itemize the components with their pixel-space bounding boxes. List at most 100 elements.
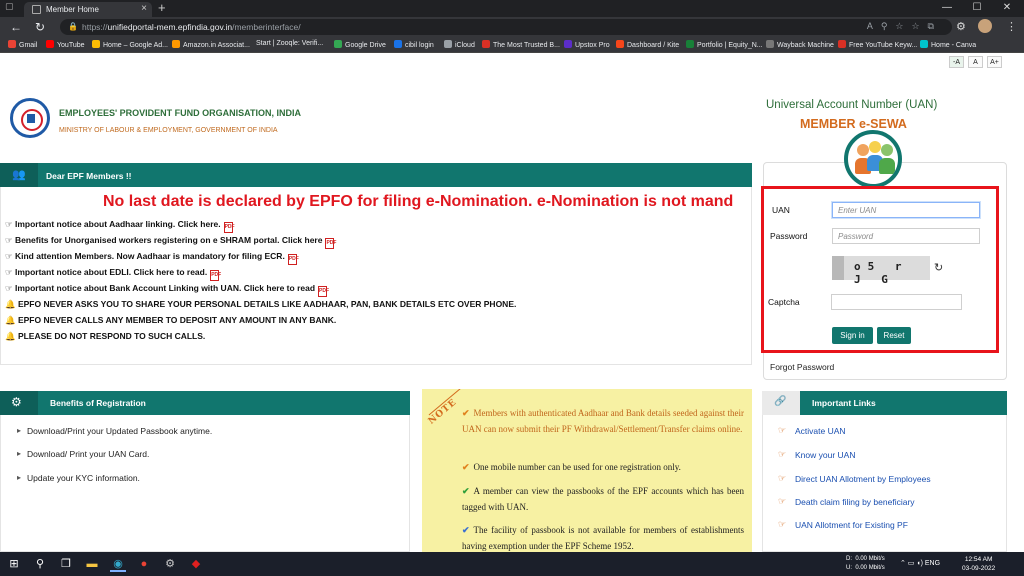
refresh-captcha-icon[interactable]: ↻ xyxy=(934,261,943,274)
browser-tab-strip: ▢ Member Home × + — ☐ ✕ xyxy=(0,0,1024,17)
font-increase-button[interactable]: A+ xyxy=(987,56,1002,68)
bookmark-portfolio[interactable]: Portfolio | Equity_N... xyxy=(686,40,763,49)
bookmark-youtube[interactable]: YouTube xyxy=(46,40,85,49)
link-death-claim[interactable]: Death claim filing by beneficiary xyxy=(778,496,914,507)
chrome-icon[interactable]: ● xyxy=(136,556,152,572)
windows-start-icon[interactable]: ⊞ xyxy=(6,556,22,572)
profile-avatar[interactable] xyxy=(978,19,992,33)
check-icon: ✔ xyxy=(462,486,470,496)
close-window-button[interactable]: ✕ xyxy=(992,0,1022,16)
address-bar[interactable]: 🔒 https://unifiedportal-mem.epfindia.gov… xyxy=(60,19,952,35)
address-bar-icons[interactable]: A⚲☆☆⧉ xyxy=(867,21,942,32)
font-decrease-button[interactable]: -A xyxy=(949,56,964,68)
link-direct-uan-allotment[interactable]: Direct UAN Allotment by Employees xyxy=(778,473,931,484)
portfolio-icon xyxy=(686,40,694,48)
pdf-icon[interactable]: PDF xyxy=(223,222,235,233)
notices-title: Dear EPF Members !! xyxy=(46,171,132,181)
drive-icon xyxy=(334,40,342,48)
bookmark-amazon[interactable]: Amazon.in Associat... xyxy=(172,40,250,49)
org-name: EMPLOYEES' PROVIDENT FUND ORGANISATION, … xyxy=(59,108,301,118)
password-input[interactable] xyxy=(832,228,980,244)
notices-panel: No last date is declared by EPFO for fil… xyxy=(0,187,752,365)
bookmark-google-ads[interactable]: Home – Google Ad... xyxy=(92,40,168,49)
browser-tab[interactable]: Member Home × xyxy=(24,2,152,17)
settings-icon[interactable]: ⚙ xyxy=(162,556,178,572)
pdf-icon[interactable]: PDF xyxy=(210,270,221,281)
link-activate-uan[interactable]: Activate UAN xyxy=(778,425,845,436)
notices-header: 👥 Dear EPF Members !! xyxy=(0,163,752,187)
uan-input[interactable] xyxy=(832,202,980,218)
important-links-header: 🔗 Important Links xyxy=(762,391,1007,415)
bookmark-most-trusted[interactable]: The Most Trusted B... xyxy=(482,40,560,49)
benefits-header: ⚙ Benefits of Registration xyxy=(0,391,410,415)
forgot-password-link[interactable]: Forgot Password xyxy=(770,362,834,372)
menu-icon[interactable]: ⋮ xyxy=(1006,20,1017,33)
bookmark-cibil[interactable]: cibil login xyxy=(394,40,434,49)
check-icon: ✔ xyxy=(462,525,470,535)
extensions-icon[interactable]: ⚙ xyxy=(956,20,966,33)
language-indicator[interactable]: ENG xyxy=(925,560,940,567)
reload-icon[interactable]: ↻ xyxy=(32,20,48,34)
amazon-icon xyxy=(172,40,180,48)
minimize-button[interactable]: — xyxy=(932,0,962,16)
notice-bank-linking[interactable]: ☞ Important notice about Bank Account Li… xyxy=(5,283,329,297)
upstox-icon xyxy=(564,40,572,48)
bookmark-zooqle[interactable]: Start | Zooqle: Verifi... xyxy=(256,40,323,47)
maximize-button[interactable]: ☐ xyxy=(962,0,992,16)
page-content: -A A A+ EMPLOYEES' PROVIDENT FUND ORGANISA… xyxy=(0,53,1024,552)
notice-edli[interactable]: ☞ Important notice about EDLI. Click her… xyxy=(5,267,221,281)
list-item: Update your KYC information. xyxy=(17,473,140,483)
wayback-icon xyxy=(766,40,774,48)
note-item-claims: ✔ Members with authenticated Aadhaar and … xyxy=(462,408,744,434)
tab-close-icon[interactable]: × xyxy=(141,3,147,14)
check-icon: ✔ xyxy=(462,408,470,418)
benefits-list: Download/Print your Updated Passbook any… xyxy=(0,415,410,552)
task-view-icon[interactable]: ❐ xyxy=(58,556,74,572)
pdf-icon[interactable]: PDF xyxy=(287,254,299,265)
captcha-image: o5 r J G xyxy=(832,256,930,286)
captcha-input[interactable] xyxy=(831,294,962,310)
edge-icon[interactable]: ◉ xyxy=(110,556,126,572)
bookmark-google-drive[interactable]: Google Drive xyxy=(334,40,386,49)
bookmark-wayback[interactable]: Wayback Machine xyxy=(766,40,834,49)
url-host: unifiedportal-mem.epfindia.gov.in xyxy=(107,22,233,32)
tab-list-icon[interactable]: ▢ xyxy=(5,1,19,14)
file-explorer-icon[interactable]: ▬ xyxy=(84,556,100,572)
bookmark-youtube-keyword[interactable]: Free YouTube Keyw... xyxy=(838,40,917,49)
bookmark-canva[interactable]: Home - Canva xyxy=(920,40,976,49)
link-uan-existing-pf[interactable]: UAN Allotment for Existing PF xyxy=(778,519,908,530)
reset-button[interactable]: Reset xyxy=(877,327,911,344)
member-esewa-title: MEMBER e-SEWA xyxy=(800,117,907,131)
important-links-title: Important Links xyxy=(812,398,876,408)
font-normal-button[interactable]: A xyxy=(968,56,983,68)
new-tab-button[interactable]: + xyxy=(158,0,166,15)
url-path: /memberinterface/ xyxy=(232,22,301,32)
list-item: Download/Print your Updated Passbook any… xyxy=(17,426,212,436)
network-speed: D: 0.00 Mbit/s U: 0.00 Mbit/s xyxy=(846,556,885,571)
pdf-icon[interactable]: PDF xyxy=(318,286,329,297)
pdf-icon[interactable]: PDF xyxy=(325,238,336,249)
kite-icon xyxy=(616,40,624,48)
captcha-label: Captcha xyxy=(768,297,800,307)
bookmark-kite[interactable]: Dashboard / Kite xyxy=(616,40,679,49)
keyword-icon xyxy=(838,40,846,48)
sign-in-button[interactable]: Sign in xyxy=(832,327,873,344)
link-know-your-uan[interactable]: Know your UAN xyxy=(778,449,856,460)
acrobat-icon[interactable]: ◆ xyxy=(188,556,204,572)
back-icon[interactable]: ← xyxy=(8,20,24,34)
epfo-logo xyxy=(10,98,50,138)
bookmark-upstox[interactable]: Upstox Pro xyxy=(564,40,610,49)
notice-aadhaar-link[interactable]: ☞ Important notice about Aadhaar linking… xyxy=(5,219,235,233)
notice-eshram[interactable]: ☞ Benefits for Unorganised workers regis… xyxy=(5,235,336,249)
google-ads-icon xyxy=(92,40,100,48)
bookmark-gmail[interactable]: Gmail xyxy=(8,40,37,49)
list-item: Download/ Print your UAN Card. xyxy=(17,449,149,459)
notice-aadhaar-ecr[interactable]: ☞ Kind attention Members. Now Aadhaar is… xyxy=(5,251,299,265)
search-icon[interactable]: ⚲ xyxy=(32,556,48,572)
system-tray[interactable]: ⌃ ▭ ◖) ENG xyxy=(900,559,940,567)
taskbar-clock[interactable]: 12:54 AM 03-09-2022 xyxy=(962,555,995,573)
page-favicon-icon xyxy=(32,5,41,14)
bookmarks-bar: Gmail YouTube Home – Google Ad... Amazon… xyxy=(0,37,1024,53)
bookmark-icloud[interactable]: iCloud xyxy=(444,40,475,49)
font-size-controls: -A A A+ xyxy=(945,56,1002,68)
